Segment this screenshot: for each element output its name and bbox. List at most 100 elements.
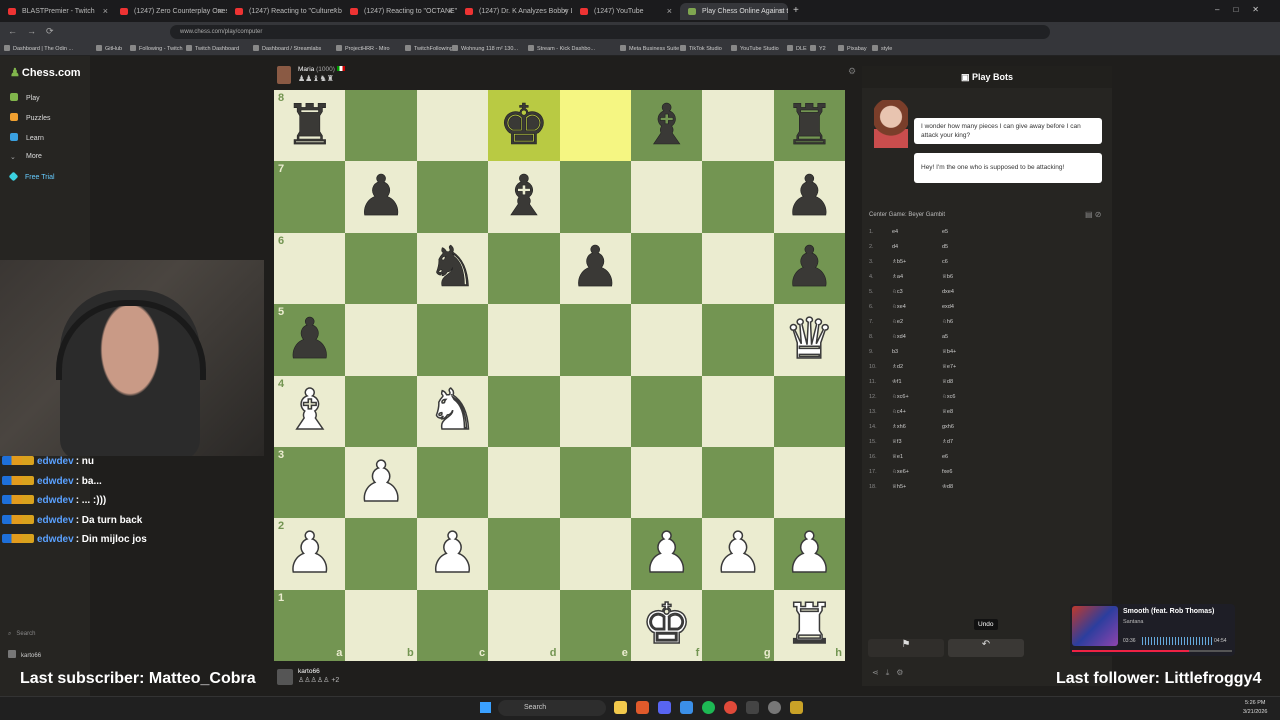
sidebar-item-learn[interactable]: Learn [10, 133, 44, 142]
square-c2[interactable]: ♟ [416, 518, 489, 590]
window-controls[interactable]: –□✕ [1215, 5, 1273, 14]
square-h1[interactable]: h ♜ [773, 589, 845, 661]
discord-icon[interactable] [658, 701, 671, 714]
share-icon[interactable]: ⋖⤓⚙ [872, 668, 910, 678]
bookmark-item[interactable]: TikTok Studio [680, 45, 722, 52]
square-f4[interactable] [630, 375, 703, 447]
square-h8[interactable]: ♜ [773, 90, 845, 162]
black-move[interactable]: ♕d8 [942, 379, 953, 385]
square-h2[interactable]: ♟ [773, 518, 845, 590]
square-e7[interactable] [559, 161, 631, 233]
bookmark-item[interactable]: Dashboard / Streamlabs [253, 45, 321, 52]
square-f1[interactable]: f ♚ [630, 589, 703, 661]
black-move[interactable]: a5 [942, 334, 948, 340]
board-settings-icon[interactable]: ⚙ [848, 66, 856, 77]
white-move[interactable]: ♕h5+ [892, 484, 906, 490]
black-move[interactable]: e5 [942, 229, 948, 235]
square-d7[interactable]: ♝ [488, 161, 560, 233]
white-move[interactable]: ♘e2 [892, 319, 903, 325]
square-h7[interactable]: ♟ [773, 161, 845, 233]
black-move[interactable]: ♘xc6 [942, 394, 956, 400]
white-move[interactable]: ♗b5+ [892, 259, 906, 265]
black-pawn-icon[interactable]: ♟ [784, 168, 835, 225]
black-king-icon[interactable]: ♚ [498, 97, 549, 154]
white-move[interactable]: ♘xc6+ [892, 394, 909, 400]
obs-icon[interactable] [768, 701, 781, 714]
square-c6[interactable]: ♞ [416, 232, 489, 305]
black-move[interactable]: ♘h6 [942, 319, 953, 325]
square-a4[interactable]: 4 ♝ [274, 375, 346, 447]
white-move[interactable]: ♔f1 [892, 379, 902, 385]
square-f8[interactable]: ♝ [630, 90, 703, 162]
square-d5[interactable] [488, 304, 560, 376]
square-d3[interactable] [488, 446, 560, 519]
book-icon[interactable]: ▤ ⊘ [1085, 210, 1101, 219]
black-pawn-icon[interactable]: ♟ [784, 240, 835, 297]
black-bishop-icon[interactable]: ♝ [498, 168, 549, 225]
white-pawn-icon[interactable]: ♟ [427, 525, 479, 583]
bookmark-item[interactable]: Following - Twitch [130, 45, 183, 52]
white-pawn-icon[interactable]: ♟ [641, 525, 693, 583]
square-e2[interactable] [559, 518, 631, 590]
white-move[interactable]: ♘c3 [892, 289, 903, 295]
white-bishop-icon[interactable]: ♝ [284, 382, 336, 440]
square-a2[interactable]: 2 ♟ [274, 518, 346, 590]
square-e1[interactable]: e [559, 589, 631, 661]
black-move[interactable]: ♕b6 [942, 274, 953, 280]
square-d1[interactable]: d [488, 589, 560, 661]
square-c8[interactable] [416, 90, 489, 162]
square-f2[interactable]: ♟ [630, 518, 703, 590]
chrome-icon[interactable] [724, 701, 737, 714]
white-move[interactable]: ♕e1 [892, 454, 903, 460]
square-f3[interactable] [630, 446, 703, 519]
square-d2[interactable] [488, 518, 560, 590]
square-f5[interactable] [630, 304, 703, 376]
bookmark-item[interactable]: ProjectHRR - Miro [336, 45, 390, 52]
spotify-icon[interactable] [702, 701, 715, 714]
black-move[interactable]: d5 [942, 244, 948, 250]
square-a7[interactable]: 7 [274, 161, 346, 233]
bookmark-item[interactable]: Twitch Dashboard [186, 45, 239, 52]
square-g1[interactable]: g [702, 589, 774, 661]
white-rook-icon[interactable]: ♜ [783, 596, 835, 654]
white-move[interactable]: ♘xe4 [892, 304, 906, 310]
square-b4[interactable] [345, 375, 417, 447]
white-move[interactable]: ♘c4+ [892, 409, 906, 415]
close-icon[interactable]: × [667, 6, 672, 16]
app-icon[interactable] [746, 701, 759, 714]
square-c3[interactable] [416, 446, 489, 519]
site-logo[interactable]: ♟ Chess.com [10, 66, 81, 79]
resign-button[interactable]: ⚑ [868, 639, 944, 657]
square-a1[interactable]: 1a [274, 589, 346, 661]
square-b8[interactable] [345, 90, 417, 162]
close-icon[interactable]: × [563, 6, 568, 16]
black-move[interactable]: ♕b4+ [942, 349, 956, 355]
square-d6[interactable] [488, 232, 560, 305]
black-move[interactable]: c6 [942, 259, 948, 265]
close-icon[interactable]: × [448, 6, 453, 16]
black-move[interactable]: dxe4 [942, 289, 954, 295]
sidebar-search[interactable]: ⌕ Search [8, 631, 35, 638]
bookmark-item[interactable]: Pixabay [838, 45, 867, 52]
square-g7[interactable] [702, 161, 774, 233]
sidebar-item-puzzles[interactable]: Puzzles [10, 113, 51, 122]
app-icon[interactable] [790, 701, 803, 714]
white-move[interactable]: ♘xe6+ [892, 469, 909, 475]
bookmark-item[interactable]: Dashboard | The Odin ... [4, 45, 73, 52]
black-pawn-icon[interactable]: ♟ [570, 240, 621, 297]
white-move[interactable]: ♕f3 [892, 439, 902, 445]
square-b6[interactable] [345, 232, 417, 305]
browser-tab[interactable]: (1247) YouTube × [572, 3, 676, 20]
white-pawn-icon[interactable]: ♟ [783, 525, 835, 583]
sidebar-item-more[interactable]: ⌄ More [10, 153, 42, 161]
browser-tab[interactable]: BLASTPremier - Twitch × [0, 3, 112, 20]
square-a5[interactable]: 5 ♟ [274, 304, 346, 376]
white-pawn-icon[interactable]: ♟ [284, 525, 336, 583]
square-g6[interactable] [702, 232, 774, 305]
browser-tab[interactable]: (1247) Dr. K Analyzes Bobby Le × [457, 3, 572, 20]
nav-buttons[interactable]: ←→⟳ [8, 26, 64, 37]
square-h5[interactable]: ♛ [773, 304, 845, 376]
square-b5[interactable] [345, 304, 417, 376]
square-c4[interactable]: ♞ [416, 375, 489, 447]
undo-button[interactable]: ↶ [948, 639, 1024, 657]
